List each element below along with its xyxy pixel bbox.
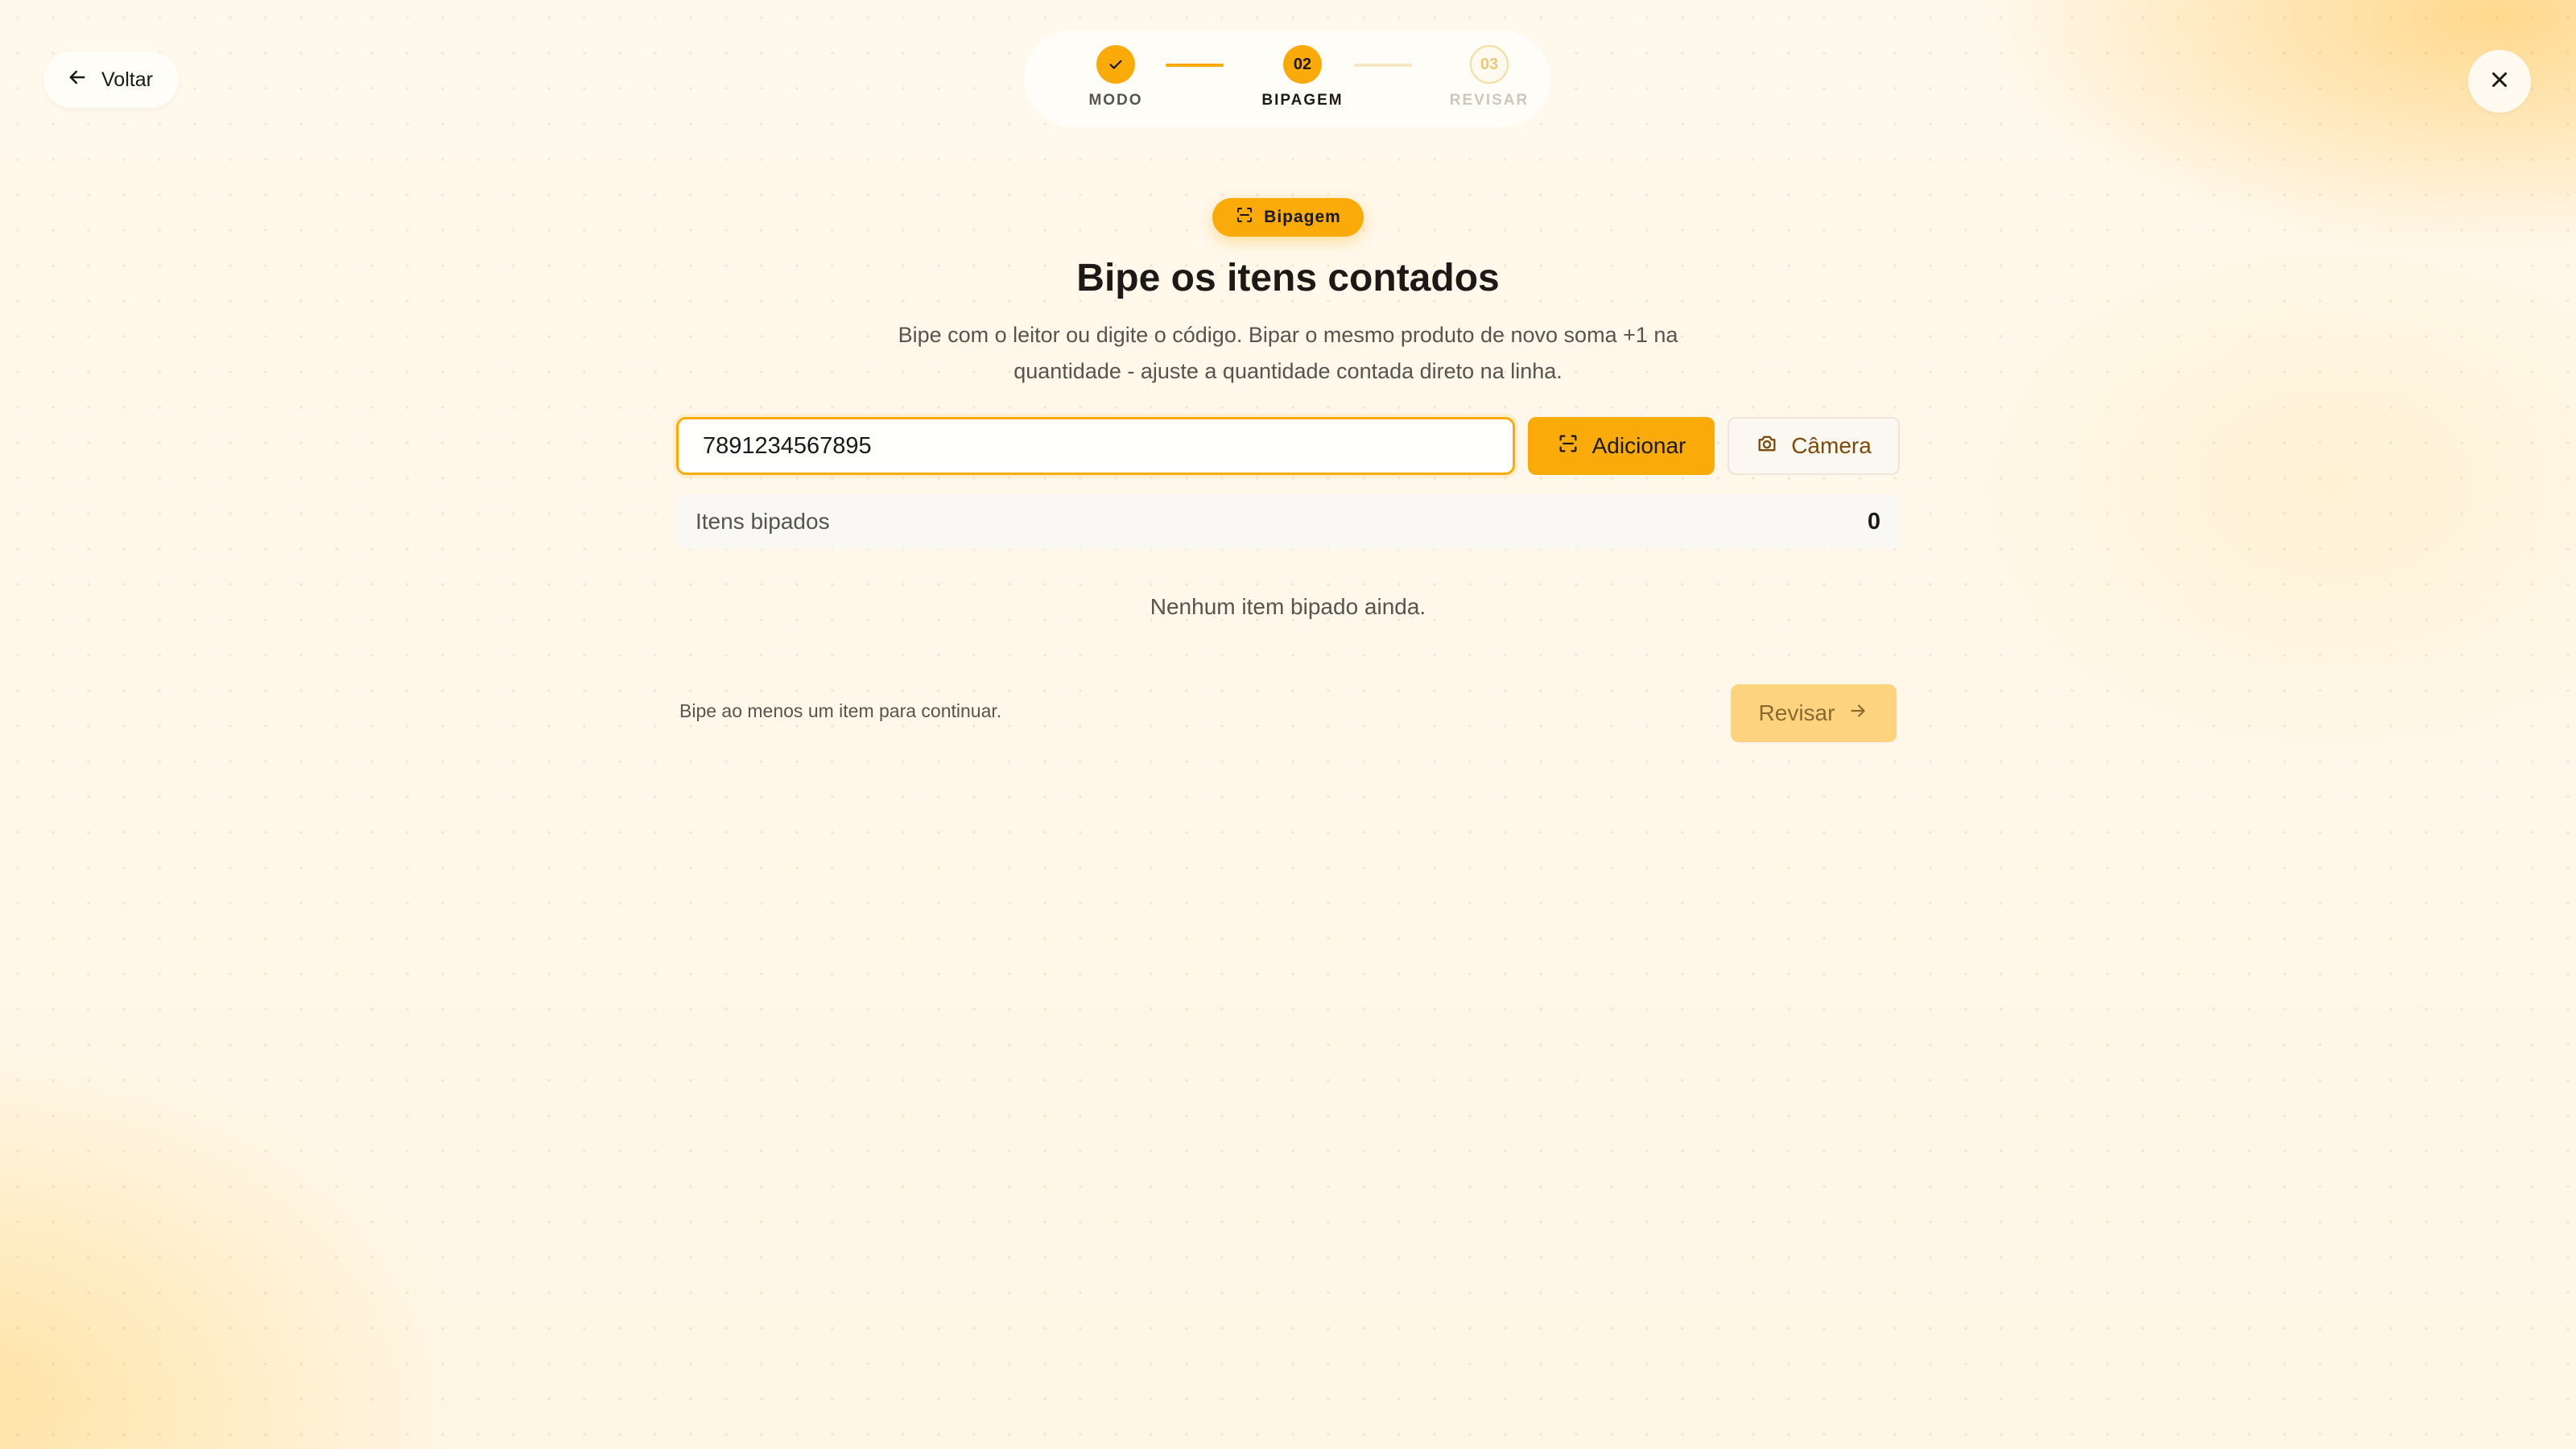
empty-state-message: Nenhum item bipado ainda.	[1150, 594, 1426, 619]
step-number: 02	[1283, 45, 1322, 84]
close-icon	[2487, 68, 2512, 96]
review-button-label: Revisar	[1758, 700, 1835, 725]
page-subtitle: Bipe com o leitor ou digite o código. Bi…	[898, 323, 1678, 383]
camera-button[interactable]: Câmera	[1728, 417, 1900, 475]
camera-icon	[1756, 432, 1778, 460]
footer-hint: Bipe ao menos um item para continuar.	[679, 700, 1002, 721]
close-button[interactable]	[2468, 50, 2531, 113]
back-button-label: Voltar	[101, 68, 153, 91]
step-bipagem[interactable]: 02 BIPAGEM	[1238, 45, 1367, 109]
step-connector	[1354, 64, 1412, 67]
scanned-items-count: 0	[1867, 508, 1880, 535]
step-label: MODO	[1088, 92, 1143, 109]
scan-icon	[1557, 432, 1579, 460]
scan-icon	[1235, 205, 1254, 229]
step-revisar: 03 REVISAR	[1425, 45, 1554, 109]
arrow-left-icon	[66, 66, 89, 94]
add-button-label: Adicionar	[1591, 433, 1686, 458]
review-button[interactable]: Revisar	[1731, 684, 1897, 742]
mode-badge: Bipagem	[1212, 198, 1364, 237]
badge-label: Bipagem	[1264, 208, 1341, 226]
step-label: BIPAGEM	[1261, 92, 1344, 109]
check-icon	[1096, 45, 1135, 84]
scanned-items-summary: Itens bipados 0	[676, 494, 1900, 549]
camera-button-label: Câmera	[1791, 433, 1872, 458]
back-button[interactable]: Voltar	[43, 52, 179, 108]
step-connector	[1166, 64, 1224, 67]
page-title: Bipe os itens contados	[1076, 257, 1500, 299]
barcode-input[interactable]	[676, 417, 1515, 475]
scanned-items-label: Itens bipados	[696, 509, 830, 534]
progress-stepper: MODO 02 BIPAGEM 03 REVISAR	[1024, 31, 1550, 127]
arrow-right-icon	[1847, 700, 1868, 727]
step-label: REVISAR	[1449, 92, 1530, 109]
step-number: 03	[1470, 45, 1509, 84]
add-button[interactable]: Adicionar	[1528, 417, 1715, 475]
step-modo[interactable]: MODO	[1051, 45, 1180, 109]
